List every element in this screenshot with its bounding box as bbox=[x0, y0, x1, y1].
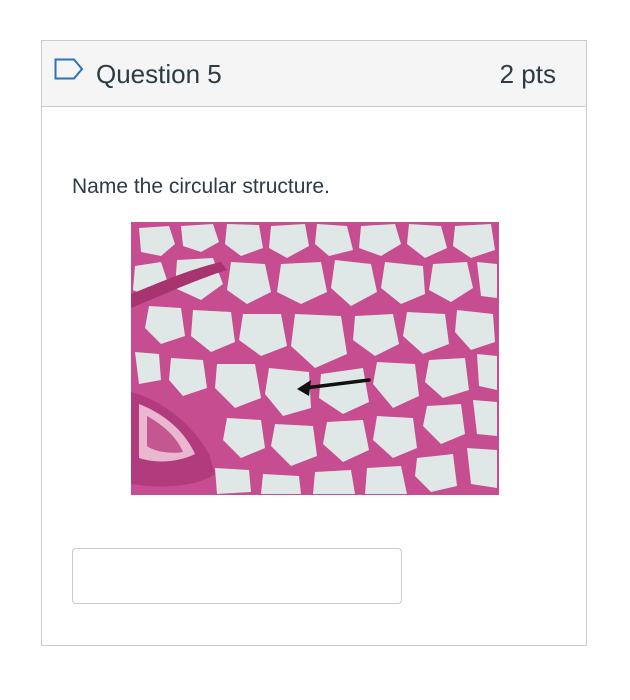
question-title: Question 5 bbox=[96, 59, 222, 89]
question-text: Name the circular structure. bbox=[72, 175, 330, 198]
question-card: Question 5 2 pts Name the circular struc… bbox=[41, 40, 587, 646]
answer-input[interactable] bbox=[72, 548, 402, 604]
question-header: Question 5 2 pts bbox=[42, 41, 586, 107]
bookmark-flag-icon[interactable] bbox=[54, 58, 84, 80]
lung-tissue-micrograph bbox=[131, 222, 499, 495]
question-points: 2 pts bbox=[499, 59, 556, 89]
micrograph-svg bbox=[131, 222, 499, 495]
